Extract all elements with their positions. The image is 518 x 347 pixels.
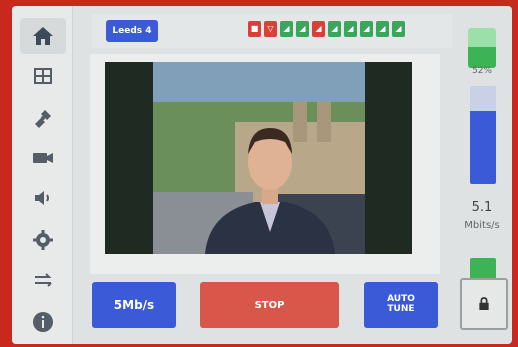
- link-indicator-8: ◢: [360, 21, 373, 37]
- sidebar-item-grid[interactable]: [20, 58, 66, 94]
- battery-icon: [468, 28, 496, 68]
- auto-tune-button[interactable]: AUTO TUNE: [364, 282, 438, 328]
- auto-tune-label-line2: TUNE: [387, 304, 415, 314]
- link-indicator-5: ◢: [312, 21, 325, 37]
- sidebar: [12, 6, 73, 344]
- link-indicator-9: ◢: [376, 21, 389, 37]
- link-indicator-6: ◢: [328, 21, 341, 37]
- bitrate-meter: [470, 86, 496, 184]
- bitrate-meter-fill: [470, 110, 496, 184]
- satellite-icon: [35, 110, 51, 128]
- transfer-arrows-icon: [35, 273, 52, 287]
- link-status-indicators: ■ ▽ ◢ ◢ ◢ ◢ ◢ ◢ ◢ ◢: [248, 21, 405, 37]
- header-bar: Leeds 4 ■ ▽ ◢ ◢ ◢ ◢ ◢ ◢ ◢ ◢: [92, 14, 452, 48]
- sidebar-item-info[interactable]: [20, 304, 66, 340]
- home-icon: [33, 27, 53, 45]
- sidebar-item-audio[interactable]: [20, 180, 66, 216]
- location-button[interactable]: Leeds 4: [106, 20, 158, 42]
- link-indicator-3: ◢: [280, 21, 293, 37]
- volume-icon: [35, 191, 49, 205]
- bitrate-value: 5.1: [471, 200, 493, 215]
- bitrate-unit: Mbits/s: [464, 220, 500, 231]
- sidebar-item-home[interactable]: [20, 18, 66, 54]
- stop-button[interactable]: STOP: [200, 282, 339, 328]
- camera-icon: [33, 153, 53, 163]
- sidebar-item-settings[interactable]: [20, 222, 66, 258]
- gear-icon: [33, 230, 53, 250]
- device-screen: Leeds 4 ■ ▽ ◢ ◢ ◢ ◢ ◢ ◢ ◢ ◢ 5Mb/s STOP A…: [12, 6, 512, 344]
- video-image: [105, 62, 412, 254]
- link-indicator-10: ◢: [392, 21, 405, 37]
- lock-button[interactable]: [460, 278, 508, 330]
- grid-icon: [34, 68, 52, 84]
- link-indicator-1: ■: [248, 21, 261, 37]
- lock-icon: [479, 297, 489, 310]
- link-indicator-4: ◢: [296, 21, 309, 37]
- sidebar-item-camera[interactable]: [20, 140, 66, 176]
- battery-percent: 52%: [471, 66, 492, 76]
- battery-level-fill: [468, 47, 496, 68]
- video-preview-frame: [90, 54, 440, 274]
- info-icon: [33, 312, 53, 332]
- link-indicator-2: ▽: [264, 21, 277, 37]
- bitrate-button[interactable]: 5Mb/s: [92, 282, 176, 328]
- sidebar-item-transfer[interactable]: [20, 262, 66, 298]
- sidebar-item-satellite[interactable]: [20, 100, 66, 136]
- video-preview: [105, 62, 412, 254]
- link-indicator-7: ◢: [344, 21, 357, 37]
